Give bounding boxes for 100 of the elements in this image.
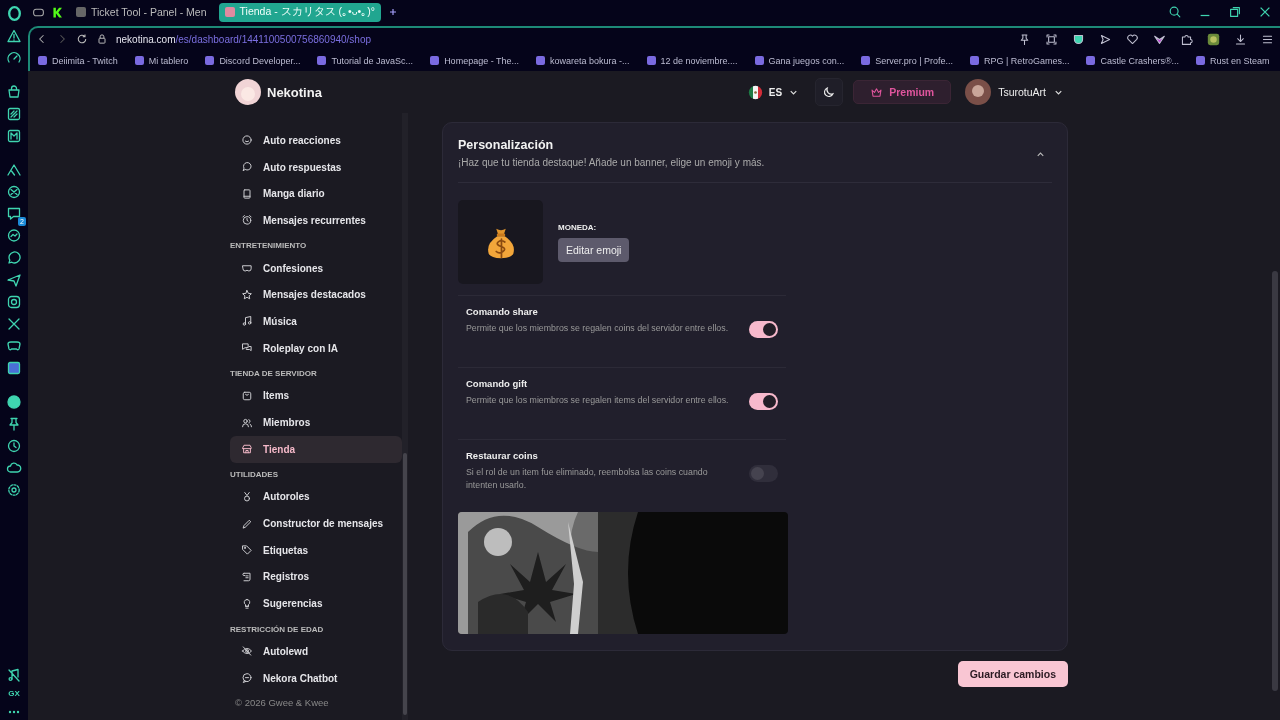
bookmark-link[interactable]: Castle Crashers®... [1086,55,1180,66]
scrollbar[interactable] [402,113,408,720]
sidebar-item[interactable]: Sugerencias [230,590,402,617]
medal-icon [241,490,253,503]
sidebar-item[interactable]: Mensajes destacados [230,281,402,309]
bookmark-link[interactable]: Rust en Steam [1196,55,1270,66]
sidebar-item[interactable]: Nekora Chatbot [230,664,402,692]
bookmark-link[interactable]: Mi tablero [134,55,189,66]
striped-square-icon[interactable] [6,106,22,122]
bookmark-link[interactable]: kowareta bokura -... [536,55,630,66]
gx-label[interactable]: GX [8,689,20,698]
sidebar-item[interactable]: Tienda [230,435,402,463]
section-heading: UTILIDADES [230,469,279,482]
sidebar-item[interactable]: Roleplay con IA [230,334,402,362]
bookmark-link[interactable]: RPG | RetroGames... [970,55,1070,66]
bookmark-link[interactable]: Tutorial de JavaSc... [317,55,414,66]
chat-bubble-icon[interactable] [6,228,22,244]
bag-icon[interactable] [6,84,22,100]
sidebar-item[interactable]: Autoroles [230,483,402,511]
theme-toggle-button[interactable] [815,78,844,106]
card-subtitle: ¡Haz que tu tienda destaque! Añade un banner, elige un emoji y más. [458,157,766,168]
square-icon[interactable] [6,128,22,144]
mask-icon [241,262,253,275]
profile-avatar[interactable] [1207,32,1220,46]
k-logo-icon[interactable] [51,5,64,19]
sidebar-item[interactable]: Autolewd [230,638,402,665]
sidebar-item[interactable]: Auto respuestas [230,153,402,181]
cross-icon[interactable] [6,316,22,332]
search-icon[interactable] [1168,5,1182,19]
toggle-switch[interactable] [749,321,778,338]
flag-icon [747,84,763,100]
pin-icon[interactable] [1018,32,1031,46]
setting-title: Comando share [466,306,539,317]
brand-name[interactable]: Nekotina [267,84,322,100]
card-title: Personalización [458,137,555,152]
camera-icon[interactable] [6,294,22,310]
bookmark-link[interactable]: Gana juegos con... [754,55,845,66]
close-icon[interactable] [1258,5,1272,19]
mountain-icon[interactable] [6,162,22,178]
star-icon [241,288,253,301]
clock-icon[interactable] [6,438,22,454]
music-off-icon[interactable] [6,667,22,683]
sidebar-item[interactable]: Miembros [230,409,402,436]
bookmark-link[interactable]: 12 de noviembre.... [646,55,738,66]
bag-icon [241,389,253,402]
bookmark-link[interactable]: Discord Developer... [205,55,301,66]
eye-off-icon [241,645,253,658]
sidebar-item[interactable]: Auto reacciones [230,127,402,154]
favicon-icon [76,7,86,17]
save-button[interactable]: Guardar cambios [957,661,1068,687]
send-icon[interactable] [1099,32,1112,46]
setting-description: Si el rol de un item fue eliminado, reembolsa las coins cuando intenten usarlo. [466,466,709,492]
scroll-icon [241,570,253,583]
pencil-icon [241,517,253,530]
phone-bubble-icon[interactable] [6,250,22,266]
cloud-icon[interactable] [6,460,22,476]
browser-tab[interactable]: Ticket Tool - Panel - Men [70,2,213,22]
bookmark-link[interactable]: Homepage - The... [430,55,519,66]
translate-icon[interactable] [6,360,22,376]
book-icon [241,187,253,200]
screenshot-icon[interactable] [1045,32,1058,46]
paper-plane-icon[interactable] [6,272,22,288]
user-avatar [965,79,992,105]
sidebar-item[interactable]: Música [230,308,402,335]
sidebar-item[interactable]: Confesiones [230,254,402,282]
tag-icon [241,544,253,557]
toggle-switch[interactable] [749,465,778,482]
edit-emoji-button[interactable]: Editar emoji [558,237,630,262]
ring-icon[interactable] [5,5,23,22]
address-field[interactable]: nekotina.com/es/dashboard/1441100500756860940/shop [116,33,372,45]
premium-button[interactable]: Premium [853,80,952,104]
music-note-icon [241,315,253,328]
moon-icon [822,85,837,99]
toggle-switch[interactable] [749,393,778,410]
logo-avatar [235,79,261,105]
bookmark-link[interactable]: Deiimita - Twitch [38,55,118,66]
settings-icon[interactable] [6,482,22,498]
copyright-text: © 2026 Gwee & Kwee [234,697,330,709]
heart-icon[interactable] [1126,32,1139,46]
sidebar-item[interactable]: Registros [230,563,402,591]
setting-title: Restaurar coins [466,450,539,461]
bookmark-link[interactable]: Server.pro | Profe... [861,55,954,66]
shield-icon[interactable] [1072,32,1085,46]
puzzle-icon[interactable] [1180,32,1193,46]
restore-icon[interactable] [1228,5,1242,19]
lock-icon [96,33,108,45]
warning-icon[interactable] [6,28,22,44]
language-selector[interactable]: ES [741,80,806,104]
sidebar-item[interactable]: Etiquetas [230,536,402,564]
user-menu[interactable]: TsurotuArt [961,79,1068,105]
download-icon[interactable] [1234,32,1247,46]
light-bulb-icon [241,597,253,610]
chat-bot-icon [241,672,253,685]
sidebar-item[interactable]: Constructor de mensajes [230,510,402,537]
sidebar-item[interactable]: Items [230,382,402,410]
reload-icon[interactable] [76,33,88,45]
sidebar-item[interactable]: Manga diario [230,180,402,208]
users-icon [241,416,253,429]
sidebar-item[interactable]: Mensajes recurrentes [230,207,402,234]
setting-description: Permite que los miembros se regalen items del servidor entre ellos. [466,394,729,407]
